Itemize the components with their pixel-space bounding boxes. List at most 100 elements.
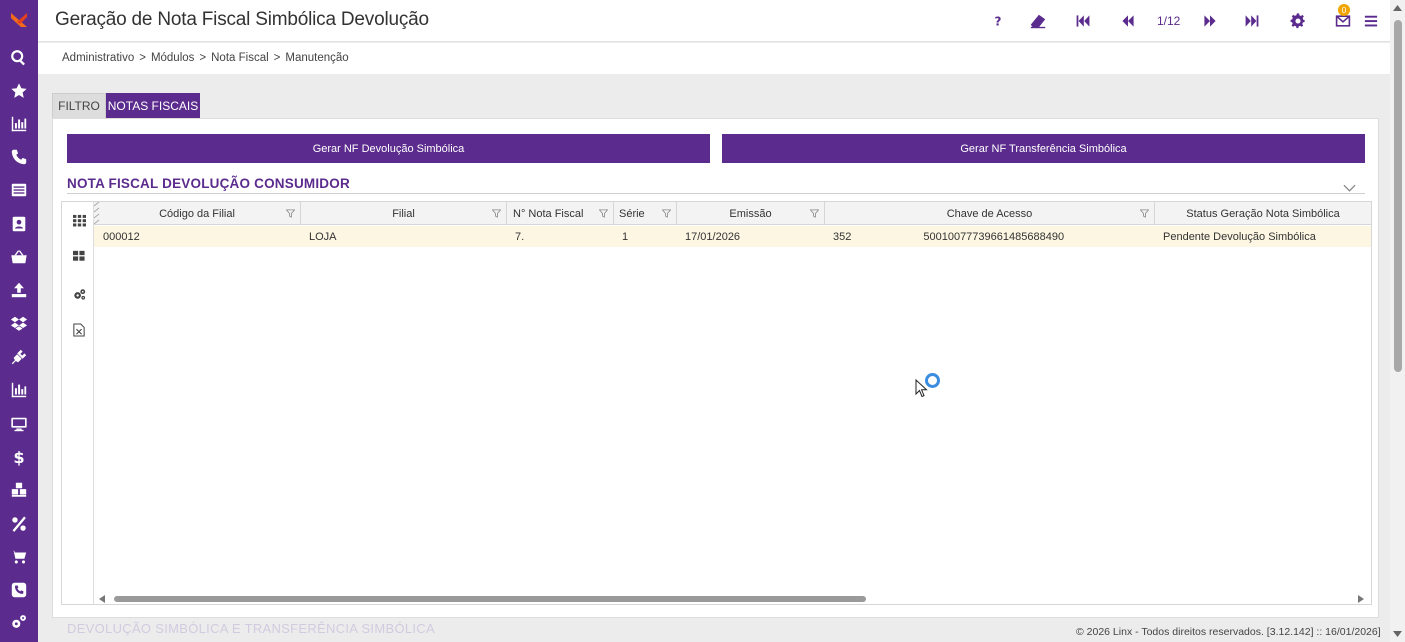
gerar-nf-transferencia-button[interactable]: Gerar NF Transferência Simbólica	[722, 134, 1365, 163]
linx-logo-icon[interactable]	[9, 10, 29, 30]
filter-icon[interactable]	[662, 209, 671, 218]
filter-icon[interactable]	[810, 209, 819, 218]
filter-icon[interactable]	[492, 209, 501, 218]
vertical-scrollbar[interactable]	[1390, 0, 1405, 642]
column-header-label: Filial	[392, 207, 415, 220]
table-row[interactable]: 000012 LOJA 7. 1 17/01/2026 352 500100777…	[94, 226, 1371, 247]
excel-export-icon[interactable]	[71, 322, 87, 338]
column-header-label: N° Nota Fiscal	[513, 207, 584, 220]
column-header-filial[interactable]: Filial	[301, 202, 507, 225]
column-header-status[interactable]: Status Geração Nota Simbólica	[1155, 202, 1371, 225]
cell-serie: 1	[622, 230, 629, 243]
cell-chave: 352 5001007773966148568849​0	[833, 226, 1064, 247]
list-icon[interactable]	[9, 180, 29, 200]
help-icon[interactable]: ?	[991, 11, 1005, 31]
cell-chave-start: 352	[833, 230, 852, 243]
notification-badge: 0	[1338, 4, 1350, 16]
cell-chave-end: 5001007773966148568849​0	[923, 230, 1065, 243]
tab-notas-fiscais[interactable]: NOTAS FISCAIS	[106, 93, 200, 118]
breadcrumb-item-nota-fiscal[interactable]: Nota Fiscal	[211, 52, 269, 64]
next-page-icon[interactable]	[1200, 11, 1220, 31]
resize-handle-icon[interactable]	[94, 202, 100, 225]
column-header-serie[interactable]: Série	[614, 202, 677, 225]
scroll-down-icon[interactable]	[1393, 630, 1402, 638]
last-page-icon[interactable]	[1242, 11, 1262, 31]
tab-filtro[interactable]: FILTRO	[52, 93, 106, 118]
column-header-codigo[interactable]: Código da Filial	[94, 202, 301, 225]
gears-icon[interactable]	[9, 612, 29, 632]
scroll-left-icon[interactable]	[98, 595, 106, 603]
filter-icon[interactable]	[599, 209, 608, 218]
svg-text:$: $	[13, 448, 24, 466]
star-icon[interactable]	[9, 81, 29, 101]
column-header-emissao[interactable]: Emissão	[677, 202, 825, 225]
contacts-icon[interactable]	[9, 214, 29, 234]
breadcrumb-item-manutencao: Manutenção	[285, 52, 349, 64]
next-section-title: DEVOLUÇÃO SIMBÓLICA E TRANSFERÊNCIA SIMB…	[67, 621, 435, 636]
page-title: Geração de Nota Fiscal Simbólica Devoluç…	[55, 9, 429, 30]
settings-icon[interactable]	[1289, 11, 1307, 31]
grid-toolbar	[62, 202, 94, 604]
svg-text:?: ?	[995, 14, 1002, 28]
cubes-icon[interactable]	[9, 480, 29, 500]
cell-emissao: 17/01/2026	[685, 230, 741, 243]
scroll-right-icon[interactable]	[1357, 595, 1365, 603]
scroll-up-icon[interactable]	[1393, 4, 1402, 12]
column-header-label: Chave de Acesso	[946, 207, 1033, 220]
breadcrumb-bar: Administrativo > Módulos > Nota Fiscal > Manut…	[38, 43, 1390, 74]
column-header-label: Série	[619, 207, 645, 220]
horizontal-scrollbar[interactable]	[94, 594, 1371, 604]
breadcrumb: Administrativo > Módulos > Nota Fiscal > Manut…	[62, 52, 354, 64]
column-header-label: Emissão	[729, 207, 772, 220]
cell-codigo: 000012	[103, 230, 140, 243]
notas-fiscais-panel: Gerar NF Devolução Simbólica Gerar NF Tr…	[52, 118, 1379, 618]
cell-status: Pendente Devolução Simbólica	[1163, 230, 1316, 243]
phone-icon[interactable]	[9, 147, 29, 167]
search-icon[interactable]	[9, 48, 29, 68]
column-header-label: Código da Filial	[159, 207, 235, 220]
dollar-icon[interactable]: $	[9, 447, 29, 467]
reports-chart-icon[interactable]	[9, 380, 29, 400]
footer-copyright: © 2026 Linx - Todos direitos reservados.…	[1076, 626, 1381, 638]
dropbox-icon[interactable]	[9, 314, 29, 334]
horizontal-scroll-thumb[interactable]	[114, 596, 866, 602]
monitor-icon[interactable]	[9, 414, 29, 434]
gerar-nf-devolucao-button[interactable]: Gerar NF Devolução Simbólica	[67, 134, 710, 163]
column-header-nota[interactable]: N° Nota Fiscal	[507, 202, 614, 225]
cell-nota: 7.	[515, 230, 525, 243]
column-header-label: Status Geração Nota Simbólica	[1186, 207, 1340, 220]
chevron-down-icon[interactable]	[1343, 179, 1356, 197]
layout-icon[interactable]	[71, 248, 87, 264]
section-title: NOTA FISCAL DEVOLUÇÃO CONSUMIDOR	[67, 176, 350, 191]
notas-grid: Código da Filial Filial N° Nota Fiscal S…	[61, 201, 1372, 605]
mouse-cursor-icon	[915, 379, 928, 398]
phone-book-icon[interactable]	[9, 580, 29, 600]
filter-icon[interactable]	[1140, 209, 1149, 218]
left-sidebar: $	[0, 0, 38, 642]
eraser-icon[interactable]	[1028, 11, 1048, 31]
page-counter: 1/12	[1157, 14, 1181, 28]
cart-icon[interactable]	[9, 547, 29, 567]
vertical-scroll-thumb[interactable]	[1394, 20, 1402, 372]
previous-page-icon[interactable]	[1118, 11, 1138, 31]
grid-header: Código da Filial Filial N° Nota Fiscal S…	[94, 202, 1371, 225]
plug-icon[interactable]	[9, 347, 29, 367]
breadcrumb-separator: >	[199, 52, 207, 64]
gears-settings-icon[interactable]	[71, 286, 87, 302]
menu-icon[interactable]	[1363, 11, 1379, 31]
breadcrumb-separator: >	[273, 52, 281, 64]
bar-chart-icon[interactable]	[9, 114, 29, 134]
breadcrumb-item-modulos[interactable]: Módulos	[151, 52, 194, 64]
filter-icon[interactable]	[286, 209, 295, 218]
page-header: Geração de Nota Fiscal Simbólica Devoluç…	[38, 0, 1390, 42]
basket-icon[interactable]	[9, 247, 29, 267]
cell-filial: LOJA	[309, 230, 337, 243]
upload-icon[interactable]	[9, 280, 29, 300]
column-header-chave[interactable]: Chave de Acesso	[825, 202, 1155, 225]
percent-icon[interactable]	[9, 514, 29, 534]
first-page-icon[interactable]	[1073, 11, 1093, 31]
breadcrumb-item-administrativo[interactable]: Administrativo	[62, 52, 134, 64]
breadcrumb-separator: >	[139, 52, 146, 64]
section-divider	[67, 193, 1365, 194]
column-grid-icon[interactable]	[71, 212, 87, 228]
